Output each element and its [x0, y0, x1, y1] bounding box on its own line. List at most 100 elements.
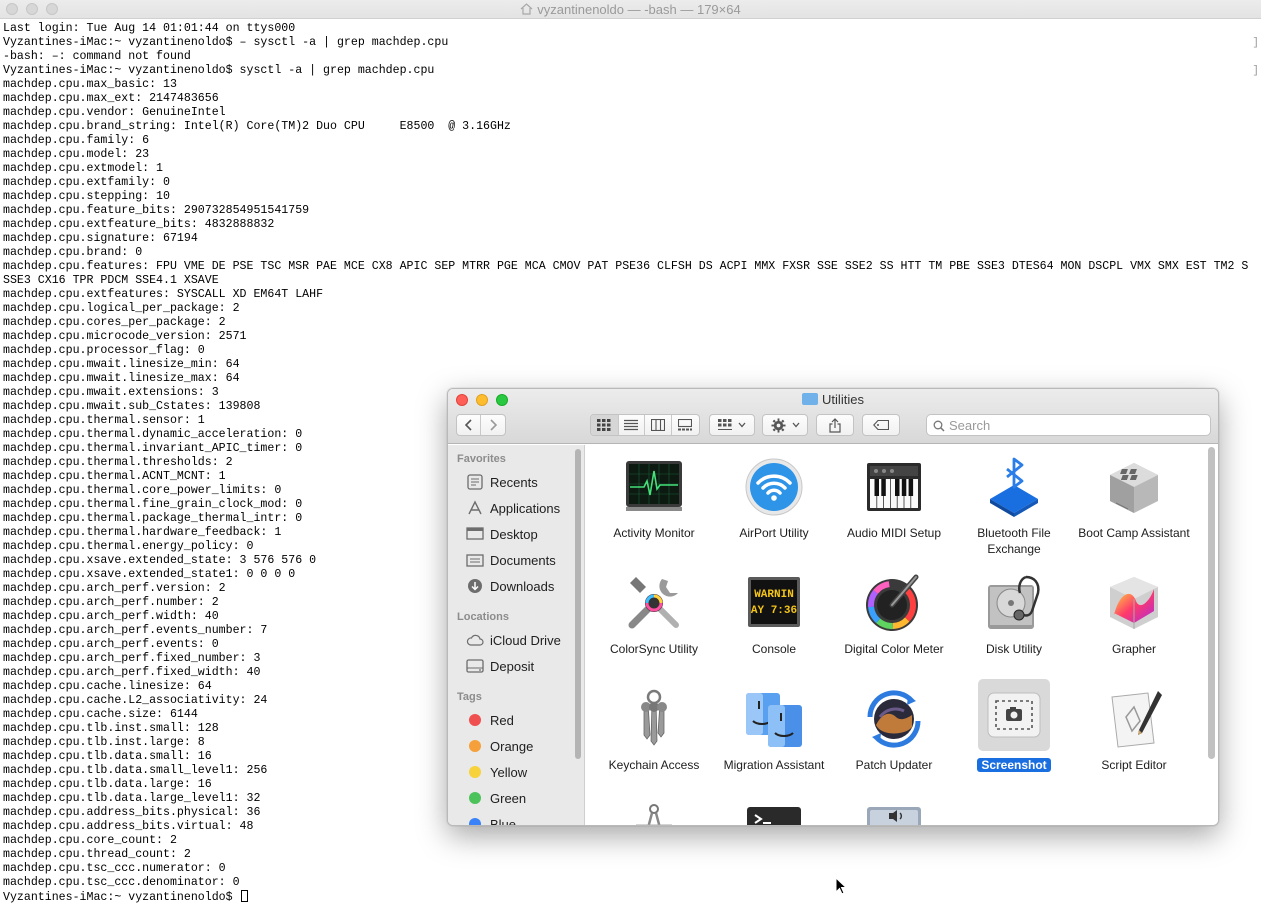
gallery-view-icon: [678, 419, 693, 431]
terminal-app-icon: [742, 803, 806, 825]
grapher-icon: [1102, 571, 1166, 635]
terminal-line: machdep.cpu.family: 6: [3, 134, 150, 147]
app-console[interactable]: WARNIN AY 7:36 Console: [714, 571, 834, 657]
downloads-icon: [468, 579, 482, 593]
group-grid-icon: [718, 419, 732, 430]
app-boot-camp-assistant[interactable]: Boot Camp Assistant: [1074, 455, 1194, 541]
grid-scrollbar[interactable]: [1208, 447, 1215, 759]
finder-icon-grid[interactable]: Activity Monitor AirPort Utility Audio M…: [586, 445, 1218, 825]
chevron-left-icon: [464, 419, 472, 431]
migration-icon: [742, 687, 806, 751]
sidebar-tag-orange[interactable]: Orange: [466, 736, 581, 756]
app-disk-utility[interactable]: Disk Utility: [954, 571, 1074, 657]
sidebar-item-downloads[interactable]: Downloads: [466, 576, 581, 596]
forward-button[interactable]: [481, 415, 505, 435]
tag-color-dot: [469, 766, 481, 778]
app-airport-utility[interactable]: AirPort Utility: [714, 455, 834, 541]
app-partial-row4-1[interactable]: [594, 803, 714, 825]
app-patch-updater[interactable]: Patch Updater: [834, 687, 954, 773]
list-view-button[interactable]: [619, 415, 646, 435]
disk-utility-icon: [982, 571, 1046, 635]
finder-sidebar[interactable]: Favorites Recents Applications Desktop D…: [448, 445, 585, 825]
app-keychain-access[interactable]: Keychain Access: [594, 687, 714, 773]
search-input[interactable]: [949, 417, 1199, 434]
app-migration-assistant[interactable]: Migration Assistant: [714, 687, 834, 773]
terminal-line: machdep.cpu.tsc_ccc.denominator: 0: [3, 876, 240, 889]
screenshot-icon: [978, 679, 1050, 751]
sidebar-scrollbar[interactable]: [575, 449, 581, 759]
share-button[interactable]: [816, 414, 854, 436]
terminal-line: machdep.cpu.extmodel: 1: [3, 162, 164, 175]
color-meter-icon: [862, 571, 926, 635]
app-partial-row4-2[interactable]: [714, 803, 834, 825]
terminal-title: vyzantinenoldo — -bash — 179×64: [0, 2, 1261, 17]
terminal-cursor: [240, 890, 248, 902]
terminal-prompt: Vyzantines-iMac:~ vyzantinenoldo$: [3, 891, 240, 904]
sidebar-item-icloud-drive[interactable]: iCloud Drive: [466, 630, 581, 650]
terminal-line: machdep.cpu.max_ext: 2147483656: [3, 92, 219, 105]
bluetooth-icon: [982, 455, 1046, 519]
sidebar-tag-yellow[interactable]: Yellow: [466, 762, 581, 782]
cloud-icon: [466, 634, 484, 646]
terminal-line: machdep.cpu.cores_per_package: 2: [3, 316, 226, 329]
action-menu-button[interactable]: [762, 414, 808, 436]
activity-monitor-icon: [622, 455, 686, 519]
terminal-line: machdep.cpu.thread_count: 2: [3, 848, 191, 861]
nav-buttons: [456, 414, 506, 436]
terminal-prompt-line[interactable]: Vyzantines-iMac:~ vyzantinenoldo$: [3, 890, 1261, 904]
edit-tags-button[interactable]: [862, 414, 900, 436]
view-mode-control: [590, 414, 700, 436]
chevron-down-icon: [792, 422, 799, 428]
recents-icon: [467, 474, 483, 490]
sidebar-tag-red[interactable]: Red: [466, 710, 581, 730]
colorsync-icon: [622, 571, 686, 635]
terminal-line: machdep.cpu.mwait.linesize_min: 64: [3, 358, 240, 371]
grid-view-icon: [597, 419, 611, 431]
terminal-line: machdep.cpu.logical_per_package: 2: [3, 302, 240, 315]
app-grapher[interactable]: Grapher: [1074, 571, 1194, 657]
sidebar-tag-green[interactable]: Green: [466, 788, 581, 808]
script-editor-icon: [1102, 687, 1166, 751]
terminal-line: machdep.cpu.brand: 0: [3, 246, 143, 259]
column-view-button[interactable]: [645, 415, 672, 435]
sidebar-item-desktop[interactable]: Desktop: [466, 524, 581, 544]
sidebar-item-documents[interactable]: Documents: [466, 550, 581, 570]
gear-icon: [770, 417, 786, 433]
app-script-editor[interactable]: Script Editor: [1074, 687, 1194, 773]
search-field[interactable]: [926, 414, 1211, 436]
voiceover-utility-icon: [862, 803, 926, 825]
terminal-line: machdep.cpu.extfeature_bits: 4832888832: [3, 218, 275, 231]
app-partial-row4-3[interactable]: [834, 803, 954, 825]
terminal-line: machdep.cpu.model: 23: [3, 148, 150, 161]
icon-view-button[interactable]: [591, 415, 619, 435]
console-icon-line2: AY 7:36: [751, 605, 797, 617]
group-by-button[interactable]: [709, 414, 755, 436]
applications-icon: [468, 500, 482, 515]
terminal-line: machdep.cpu.extfamily: 0: [3, 176, 170, 189]
console-icon-line1: WARNIN: [754, 589, 794, 601]
back-button[interactable]: [457, 415, 482, 435]
airport-utility-icon: [742, 455, 806, 519]
chevron-down-icon: [738, 422, 746, 428]
finder-title: Utilities: [448, 392, 1218, 407]
terminal-title-bar[interactable]: vyzantinenoldo — -bash — 179×64: [0, 0, 1261, 19]
sidebar-heading-tags: Tags: [457, 691, 482, 703]
app-bluetooth-file-exchange[interactable]: Bluetooth File Exchange: [954, 455, 1074, 557]
gallery-view-button[interactable]: [672, 415, 699, 435]
tag-color-dot: [469, 740, 481, 752]
terminal-line: Vyzantines-iMac:~ vyzantinenoldo$ – sysc…: [3, 36, 449, 49]
app-activity-monitor[interactable]: Activity Monitor: [594, 455, 714, 541]
app-colorsync-utility[interactable]: ColorSync Utility: [594, 571, 714, 657]
finder-window[interactable]: Utilities Search Favorites Recents Appli…: [447, 388, 1219, 826]
terminal-line: Vyzantines-iMac:~ vyzantinenoldo$ sysctl…: [3, 64, 435, 77]
app-screenshot[interactable]: Screenshot: [954, 679, 1074, 773]
sidebar-item-deposit[interactable]: Deposit: [466, 656, 581, 676]
sidebar-item-applications[interactable]: Applications: [466, 498, 581, 518]
terminal-title-text: vyzantinenoldo — -bash — 179×64: [537, 2, 741, 17]
terminal-line: machdep.cpu.brand_string: Intel(R) Core(…: [3, 120, 511, 133]
sidebar-item-recents[interactable]: Recents: [466, 472, 581, 492]
app-digital-color-meter[interactable]: Digital Color Meter: [834, 571, 954, 657]
app-audio-midi-setup[interactable]: Audio MIDI Setup: [834, 455, 954, 541]
keychain-icon: [622, 687, 686, 751]
sidebar-tag-blue[interactable]: Blue: [466, 814, 581, 825]
